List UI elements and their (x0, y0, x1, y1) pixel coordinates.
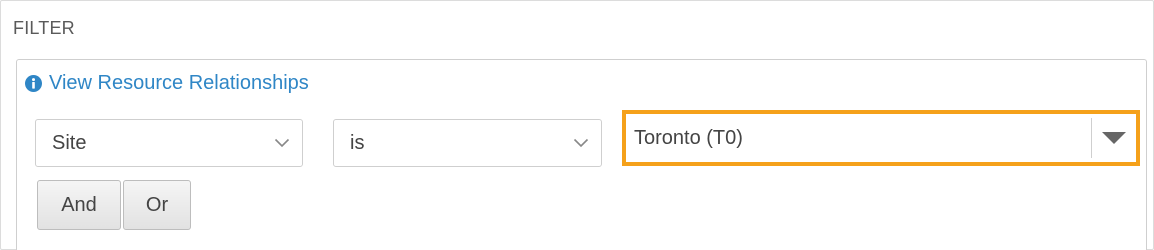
operator-select[interactable]: is (333, 119, 602, 167)
value-combobox-text: Toronto (T0) (634, 126, 743, 149)
info-circle-icon (25, 75, 42, 92)
filter-heading: FILTER (13, 18, 75, 38)
operator-select-value: is (350, 131, 365, 154)
value-combobox[interactable]: Toronto (T0) (622, 110, 1140, 166)
and-button[interactable]: And (37, 180, 121, 230)
value-combobox-toggle[interactable] (1092, 114, 1136, 162)
attribute-select-value: Site (52, 131, 87, 154)
chevron-down-icon (573, 138, 589, 148)
triangle-down-icon (1102, 132, 1126, 144)
view-resource-relationships-label: View Resource Relationships (49, 72, 309, 94)
filter-container: FILTER View Resource Relationships Site … (0, 0, 1154, 250)
view-resource-relationships-link[interactable]: View Resource Relationships (25, 72, 309, 95)
chevron-down-icon (274, 138, 290, 148)
attribute-select[interactable]: Site (35, 119, 303, 167)
filter-panel: View Resource Relationships Site is Toro… (16, 59, 1147, 250)
or-button[interactable]: Or (123, 180, 191, 230)
